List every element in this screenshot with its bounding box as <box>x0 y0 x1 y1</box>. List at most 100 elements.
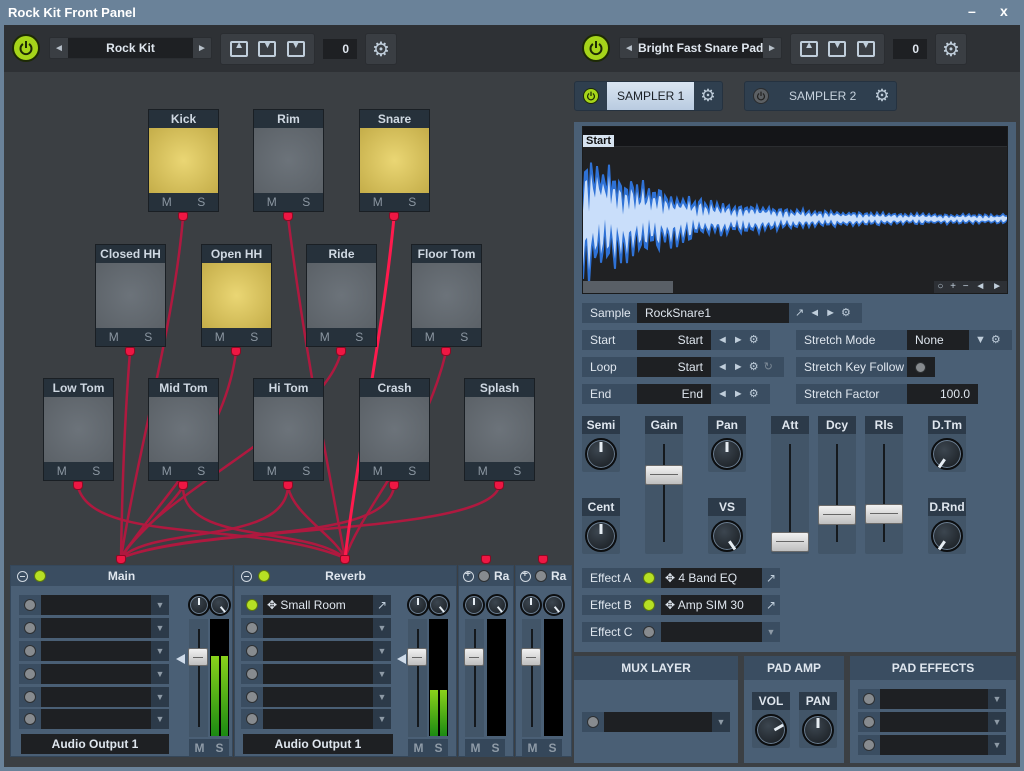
insert-slot[interactable]: ▼ <box>241 664 391 684</box>
fader-cap[interactable] <box>521 648 541 666</box>
prev-icon[interactable]: ◄ <box>717 388 733 400</box>
solo-button[interactable]: S <box>250 328 258 346</box>
pad-trigger[interactable] <box>96 263 165 328</box>
solo-button[interactable]: S <box>434 739 442 757</box>
mute-button[interactable]: M <box>373 193 383 211</box>
volume-fader[interactable] <box>407 619 427 737</box>
slot-led[interactable] <box>246 622 258 634</box>
pad-trigger[interactable] <box>149 397 218 462</box>
solo-button[interactable]: S <box>302 193 310 211</box>
chevron-down-icon[interactable]: ▼ <box>988 689 1006 709</box>
pad-preset-name[interactable]: Bright Fast Snare Pad <box>638 38 763 58</box>
strip-enable-led[interactable] <box>478 570 490 582</box>
pad-effect-slot[interactable]: ▼ <box>858 689 1006 709</box>
mute-button[interactable]: M <box>162 462 172 480</box>
output-port[interactable] <box>178 481 188 490</box>
solo-button[interactable]: S <box>197 462 205 480</box>
pad-trigger[interactable] <box>465 397 534 462</box>
solo-button[interactable]: S <box>548 739 556 757</box>
output-port[interactable] <box>494 481 504 490</box>
slot-led[interactable] <box>246 645 258 657</box>
chevron-down-icon[interactable]: ▼ <box>151 641 169 661</box>
sample-field[interactable]: RockSnare1 <box>637 303 789 323</box>
solo-button[interactable]: S <box>408 193 416 211</box>
minimize-button[interactable]: – <box>968 3 976 19</box>
waveform-display[interactable]: Start ○ + − ◄ ► <box>582 126 1008 294</box>
tab-sampler-2[interactable]: SAMPLER 2 ⚙ <box>744 81 897 111</box>
pan-knob[interactable] <box>543 594 565 616</box>
output-port[interactable] <box>283 212 293 221</box>
effect-c-led[interactable] <box>643 626 655 638</box>
chevron-down-icon[interactable]: ▼ <box>373 618 391 638</box>
gear-icon[interactable]: ⚙ <box>749 388 764 400</box>
mute-button[interactable]: M <box>425 328 435 346</box>
slot-field[interactable] <box>41 618 151 638</box>
next-icon[interactable]: ► <box>733 388 749 400</box>
fader-cap[interactable] <box>464 648 484 666</box>
effect-b-field[interactable]: ✥ Amp SIM 30 <box>661 595 762 615</box>
solo-button[interactable]: S <box>215 739 223 757</box>
drum-pad-ride[interactable]: Ride M S <box>306 244 377 347</box>
save-folder-icon[interactable] <box>258 40 277 57</box>
solo-button[interactable]: S <box>355 328 363 346</box>
waveform-scrollbar[interactable] <box>583 281 673 293</box>
slot-led[interactable] <box>24 668 36 680</box>
slot-field[interactable] <box>263 687 373 707</box>
volume-knob[interactable] <box>520 594 542 616</box>
effect-a-field[interactable]: ✥ 4 Band EQ <box>661 568 762 588</box>
chevron-down-icon[interactable]: ▼ <box>151 618 169 638</box>
output-port[interactable] <box>73 481 83 490</box>
pad-trigger[interactable] <box>254 397 323 462</box>
tab-sampler-1[interactable]: SAMPLER 1 ⚙ <box>574 81 723 111</box>
output-port[interactable] <box>231 347 241 356</box>
chevron-down-icon[interactable]: ▼ <box>988 735 1006 755</box>
pad-pan-knob[interactable] <box>802 714 834 746</box>
chevron-down-icon[interactable]: ▼ <box>373 709 391 729</box>
stretch-mode-select[interactable]: None <box>907 330 969 350</box>
mute-button[interactable]: M <box>470 739 480 757</box>
pad-trigger[interactable] <box>360 397 429 462</box>
solo-button[interactable]: S <box>460 328 468 346</box>
att-slider[interactable] <box>771 434 809 554</box>
pad-trigger[interactable] <box>254 128 323 193</box>
mux-layer-slot[interactable]: ▼ <box>582 712 730 732</box>
sampler-2-power-button[interactable] <box>753 88 769 104</box>
drum-pad-splash[interactable]: Splash M S <box>464 378 535 481</box>
output-selector[interactable]: Audio Output 1 <box>21 734 169 754</box>
mute-button[interactable]: M <box>162 193 172 211</box>
start-field[interactable]: Start <box>637 330 711 350</box>
slot-led[interactable] <box>246 713 258 725</box>
slot-field[interactable] <box>263 709 373 729</box>
main-input-port[interactable] <box>116 555 126 564</box>
pan-knob[interactable] <box>209 594 231 616</box>
waveform-ruler[interactable] <box>583 127 1007 147</box>
solo-button[interactable]: S <box>513 462 521 480</box>
dcy-slider[interactable] <box>818 434 856 554</box>
prev-icon[interactable]: ◄ <box>717 334 733 346</box>
external-link-icon[interactable]: ↗ <box>795 307 809 319</box>
next-icon[interactable]: ► <box>733 334 749 346</box>
solo-button[interactable]: S <box>197 193 205 211</box>
gain-slider[interactable] <box>645 434 683 554</box>
kit-settings-button[interactable]: ⚙ <box>365 33 397 65</box>
prev-icon[interactable]: ◄ <box>809 307 825 319</box>
pad-trigger[interactable] <box>360 128 429 193</box>
external-link-icon[interactable]: ↗ <box>373 595 391 615</box>
insert-slot[interactable]: ▼ <box>19 618 169 638</box>
pad-trigger[interactable] <box>412 263 481 328</box>
next-preset-button[interactable]: ► <box>193 43 211 54</box>
aux2-input-port[interactable] <box>538 555 548 564</box>
volume-fader[interactable] <box>521 619 541 737</box>
pad-effect-slot[interactable]: ▼ <box>858 735 1006 755</box>
output-port[interactable] <box>336 347 346 356</box>
mute-button[interactable]: M <box>478 462 488 480</box>
end-field[interactable]: End <box>637 384 711 404</box>
slot-led[interactable] <box>863 739 875 751</box>
prev-preset-button[interactable]: ◄ <box>50 43 68 54</box>
slot-led[interactable] <box>24 645 36 657</box>
slot-led[interactable] <box>24 622 36 634</box>
slot-field[interactable] <box>41 595 151 615</box>
insert-slot[interactable]: ▼ <box>241 618 391 638</box>
chevron-down-icon[interactable]: ▼ <box>151 687 169 707</box>
fader-cap[interactable] <box>188 648 208 666</box>
